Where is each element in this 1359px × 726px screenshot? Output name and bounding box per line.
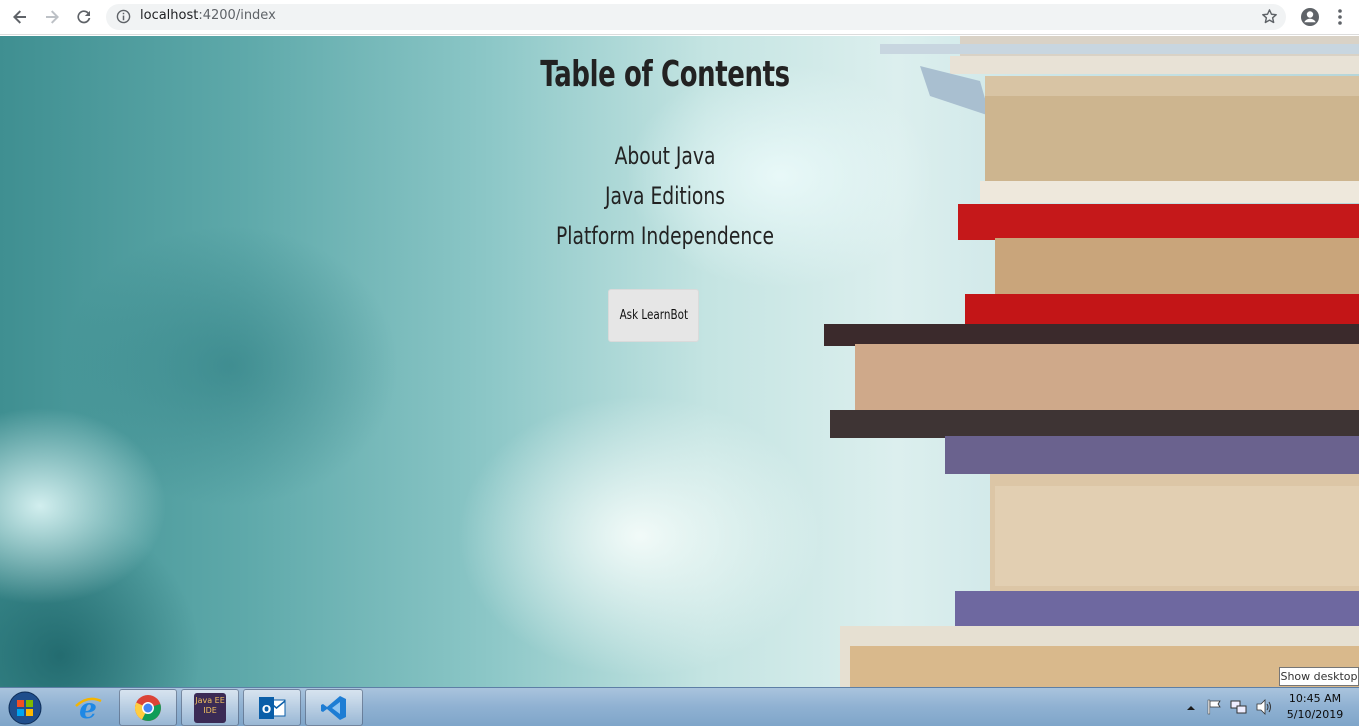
table-of-contents: About Java Java Editions Platform Indepe… — [0, 136, 1330, 256]
page-title: Table of Contents — [540, 54, 790, 95]
url-path: :4200/index — [198, 8, 276, 23]
svg-text:O: O — [262, 703, 271, 716]
reload-button[interactable] — [72, 6, 96, 28]
reload-icon — [77, 10, 91, 24]
action-center-flag-icon[interactable] — [1206, 699, 1222, 719]
toc-link-java-editions[interactable]: Java Editions — [146, 176, 1183, 216]
toc-link-about-java[interactable]: About Java — [146, 136, 1183, 176]
start-button[interactable] — [4, 690, 46, 726]
ask-learnbot-button[interactable]: Ask LearnBot — [608, 289, 699, 342]
clock-date: 5/10/2019 — [1286, 708, 1344, 721]
java-ee-ide-icon: Java EE IDE — [194, 692, 226, 723]
profile-avatar-icon[interactable] — [1300, 7, 1320, 31]
system-clock[interactable]: 10:45 AM 5/10/2019 — [1284, 691, 1346, 723]
volume-icon[interactable] — [1255, 699, 1273, 719]
back-button[interactable] — [8, 6, 32, 28]
back-arrow-icon — [13, 10, 26, 24]
network-icon[interactable] — [1230, 699, 1248, 719]
taskbar-outlook[interactable]: O — [243, 689, 301, 726]
show-hidden-icons-icon[interactable] — [1186, 698, 1196, 717]
page-viewport: Table of Contents About Java Java Editio… — [0, 36, 1359, 687]
svg-text:e: e — [79, 693, 97, 723]
browser-toolbar: localhost:4200/index — [0, 0, 1359, 35]
url-text[interactable]: localhost:4200/index — [140, 8, 276, 23]
bookmark-star-icon[interactable] — [1261, 8, 1278, 29]
forward-button[interactable] — [40, 6, 64, 28]
address-bar[interactable]: localhost:4200/index — [106, 4, 1286, 30]
toc-link-platform-independence[interactable]: Platform Independence — [146, 216, 1183, 256]
url-host: localhost — [140, 8, 199, 23]
outlook-icon: O — [259, 696, 286, 719]
taskbar-chrome[interactable] — [119, 689, 177, 726]
forward-arrow-icon — [46, 10, 59, 24]
chrome-icon — [134, 694, 161, 721]
java-ee-icon-text: Java EE IDE — [195, 695, 225, 715]
clock-time: 10:45 AM — [1288, 692, 1342, 705]
info-icon[interactable] — [116, 9, 131, 28]
taskbar-visual-studio-code[interactable] — [305, 689, 363, 726]
taskbar-java-ee-ide[interactable]: Java EE IDE — [181, 689, 239, 726]
windows-start-icon — [8, 691, 42, 725]
show-desktop-tooltip: Show desktop — [1279, 667, 1359, 686]
books-background-image — [824, 36, 1359, 687]
taskbar-internet-explorer[interactable]: e — [59, 689, 117, 726]
taskbar: e Java EE IDE O 10:45 AM 5/10/2019 — [0, 687, 1359, 726]
visual-studio-code-icon — [321, 695, 346, 720]
ask-learnbot-label: Ask LearnBot — [619, 308, 688, 323]
internet-explorer-icon: e — [75, 693, 102, 723]
more-menu-icon[interactable] — [1334, 7, 1346, 31]
